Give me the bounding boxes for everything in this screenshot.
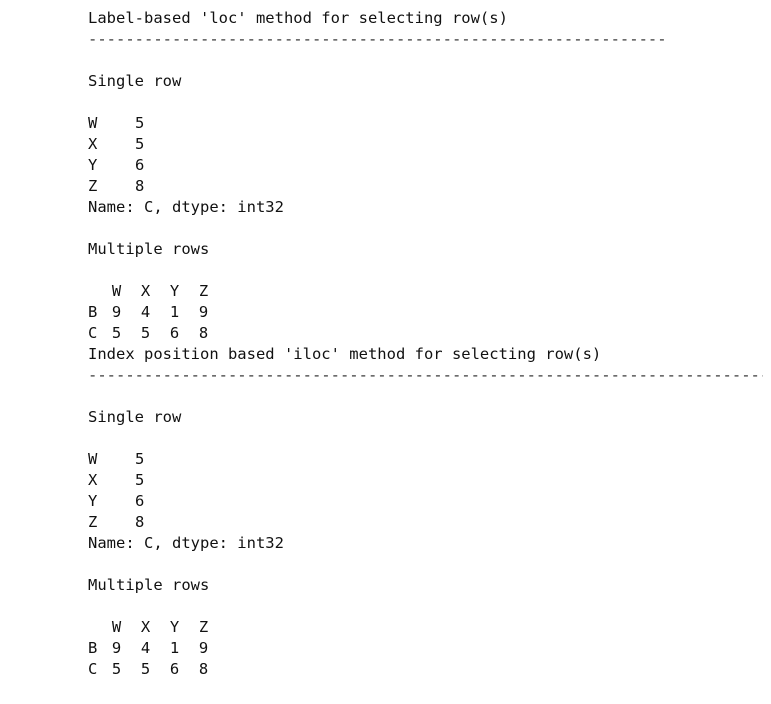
row-index: B xyxy=(88,639,98,657)
series-footer: Name: C, dtype: int32 xyxy=(88,534,284,552)
series-row: Y 6 xyxy=(88,155,763,176)
dataframe-header-row: W X Y Z xyxy=(88,281,763,302)
series-value: 5 xyxy=(135,471,145,489)
cell-value: 9 xyxy=(198,639,209,657)
series-index: X xyxy=(88,471,98,489)
series-index: X xyxy=(88,135,98,153)
series-row: X 5 xyxy=(88,470,763,491)
series-index: W xyxy=(88,114,98,132)
column-header: X xyxy=(140,282,151,300)
column-header: Y xyxy=(169,282,180,300)
multiple-rows-label: Multiple rows xyxy=(88,576,210,594)
section-title-iloc: Index position based 'iloc' method for s… xyxy=(88,345,602,363)
series-value: 8 xyxy=(135,177,145,195)
row-index: B xyxy=(88,303,98,321)
cell-value: 5 xyxy=(140,324,151,342)
series-index: Y xyxy=(88,492,98,510)
series-row: Z 8 xyxy=(88,176,763,197)
dataframe-row: B 9 4 1 9 xyxy=(88,302,763,323)
cell-value: 6 xyxy=(169,324,180,342)
dataframe-row: C 5 5 6 8 xyxy=(88,659,763,680)
cell-value: 1 xyxy=(169,303,180,321)
cell-value: 6 xyxy=(169,660,180,678)
dataframe-row: C 5 5 6 8 xyxy=(88,323,763,344)
dataframe-row: B 9 4 1 9 xyxy=(88,638,763,659)
column-header: X xyxy=(140,618,151,636)
series-row: X 5 xyxy=(88,134,763,155)
console-output: Label-based 'loc' method for selecting r… xyxy=(88,8,763,680)
cell-value: 8 xyxy=(198,324,209,342)
series-row: Y 6 xyxy=(88,491,763,512)
series-index: Z xyxy=(88,513,98,531)
series-row: W 5 xyxy=(88,113,763,134)
row-index: C xyxy=(88,324,98,342)
cell-value: 5 xyxy=(111,660,122,678)
cell-value: 9 xyxy=(111,303,122,321)
cell-value: 4 xyxy=(140,639,151,657)
separator-rule: ----------------------------------------… xyxy=(88,366,763,384)
series-value: 5 xyxy=(135,450,145,468)
column-header: Z xyxy=(198,618,209,636)
multiple-rows-label: Multiple rows xyxy=(88,240,210,258)
series-value: 5 xyxy=(135,114,145,132)
series-value: 6 xyxy=(135,492,145,510)
column-header: W xyxy=(111,618,122,636)
cell-value: 9 xyxy=(111,639,122,657)
column-header: W xyxy=(111,282,122,300)
series-row: Z 8 xyxy=(88,512,763,533)
dataframe-header-row: W X Y Z xyxy=(88,617,763,638)
cell-value: 4 xyxy=(140,303,151,321)
cell-value: 5 xyxy=(140,660,151,678)
cell-value: 5 xyxy=(111,324,122,342)
column-header: Y xyxy=(169,618,180,636)
section-title-loc: Label-based 'loc' method for selecting r… xyxy=(88,9,508,27)
cell-value: 9 xyxy=(198,303,209,321)
series-row: W 5 xyxy=(88,449,763,470)
series-value: 8 xyxy=(135,513,145,531)
row-index: C xyxy=(88,660,98,678)
single-row-label: Single row xyxy=(88,408,182,426)
cell-value: 1 xyxy=(169,639,180,657)
series-index: W xyxy=(88,450,98,468)
series-index: Z xyxy=(88,177,98,195)
series-value: 6 xyxy=(135,156,145,174)
series-index: Y xyxy=(88,156,98,174)
cell-value: 8 xyxy=(198,660,209,678)
single-row-label: Single row xyxy=(88,72,182,90)
separator-rule: ----------------------------------------… xyxy=(88,30,667,48)
series-value: 5 xyxy=(135,135,145,153)
series-footer: Name: C, dtype: int32 xyxy=(88,198,284,216)
column-header: Z xyxy=(198,282,209,300)
